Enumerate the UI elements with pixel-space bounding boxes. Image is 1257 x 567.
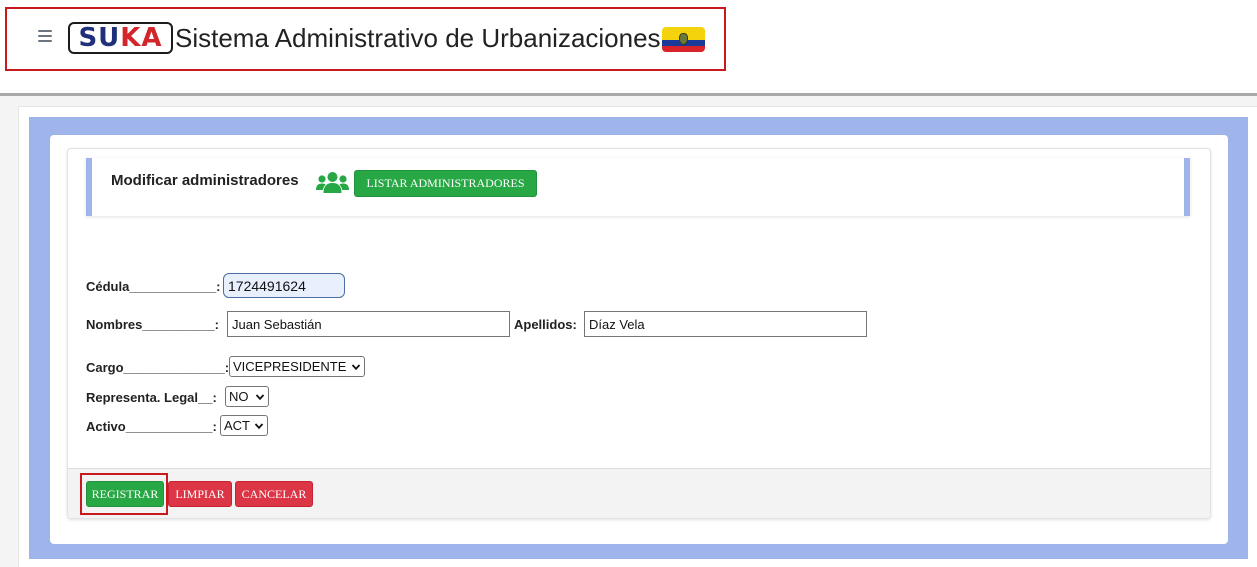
list-administrators-button[interactable]: LISTAR ADMINISTRADORES [354, 170, 537, 197]
activo-select[interactable]: ACT [220, 415, 268, 436]
app-title: Sistema Administrativo de Urbanizaciones [175, 23, 661, 53]
ecuador-flag-icon [662, 27, 705, 52]
cedula-input[interactable]: 1724491624 [223, 273, 345, 298]
logo-text: SUKA [78, 23, 163, 53]
suka-logo[interactable]: SUKA [68, 22, 173, 54]
chevron-down-icon [351, 363, 361, 370]
nombres-input[interactable]: Juan Sebastián [227, 311, 510, 337]
apellidos-label: Apellidos: [514, 317, 577, 332]
cargo-select-value: VICEPRESIDENTE [233, 359, 347, 374]
registrar-button[interactable]: REGISTRAR [86, 481, 164, 507]
chevron-down-icon [254, 422, 264, 429]
activo-select-value: ACT [224, 418, 250, 433]
representa-legal-label: Representa. Legal__: [86, 390, 217, 405]
users-group-icon [316, 172, 349, 193]
app-header: SUKA Sistema Administrativo de Urbanizac… [0, 0, 1257, 94]
apellidos-input[interactable]: Díaz Vela [584, 311, 867, 337]
chevron-down-icon [255, 393, 265, 400]
cargo-label: Cargo______________: [86, 360, 230, 375]
cargo-select[interactable]: VICEPRESIDENTE [229, 356, 365, 377]
representa-legal-select-value: NO [229, 389, 249, 404]
nombres-label: Nombres__________: [86, 317, 219, 332]
representa-legal-select[interactable]: NO [225, 386, 269, 407]
cedula-label: Cédula____________: [86, 279, 221, 294]
hamburger-menu-icon[interactable] [38, 30, 52, 42]
section-title: Modificar administradores [111, 172, 299, 189]
activo-label: Activo____________: [86, 419, 217, 434]
limpiar-button[interactable]: LIMPIAR [168, 481, 232, 507]
cancelar-button[interactable]: CANCELAR [235, 481, 313, 507]
